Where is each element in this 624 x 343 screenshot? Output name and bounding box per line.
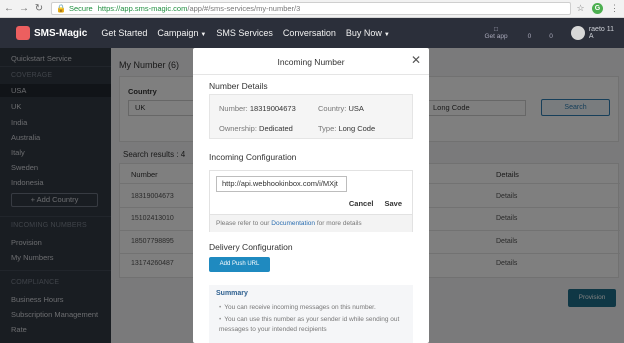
number-details-heading: Number Details <box>209 81 268 91</box>
address-bar[interactable]: 🔒 Secure https://app.sms-magic.com/app/#… <box>51 2 571 15</box>
star-icon[interactable]: ☆ <box>575 3 586 14</box>
extension-icon[interactable]: G <box>592 3 603 14</box>
number-details-box: Number: 18319004673 Country: USA Ownersh… <box>209 94 413 139</box>
bullet-icon: • <box>219 316 222 323</box>
nav-sms-services[interactable]: SMS Services <box>216 28 273 38</box>
nav-buy-now[interactable]: Buy Now ▼ <box>346 28 390 38</box>
chevron-down-icon: ▼ <box>383 32 390 38</box>
lock-icon: 🔒 <box>56 4 66 13</box>
summary-item-text: You can use this number as your sender i… <box>219 316 400 333</box>
config-note: Please refer to our Documentation for mo… <box>210 214 412 232</box>
stat-counter-2: 0 <box>549 26 553 40</box>
delivery-config-heading: Delivery Configuration <box>209 242 293 252</box>
url-host: https://app.sms-magic.com <box>97 4 188 13</box>
menu-icon[interactable]: ⋮ <box>609 3 620 14</box>
save-button[interactable]: Save <box>384 199 402 208</box>
phone-icon: □ <box>494 26 498 33</box>
ownership-label: Ownership: <box>219 124 257 133</box>
ownership-value: Dedicated <box>259 124 293 133</box>
get-app-button[interactable]: □ Get app <box>484 26 507 40</box>
reload-icon[interactable]: ↻ <box>33 3 45 15</box>
number-value: 18319004673 <box>249 104 296 113</box>
nav-get-started[interactable]: Get Started <box>101 28 147 38</box>
note-prefix: Please refer to our <box>216 220 270 227</box>
note-suffix: for more details <box>316 220 362 227</box>
stat-counter: 0 <box>528 26 532 40</box>
number-label: Number: <box>219 104 248 113</box>
country-label: Country: <box>318 104 347 113</box>
chevron-down-icon: ▼ <box>200 32 207 38</box>
forward-icon[interactable]: → <box>18 3 30 15</box>
number-field: Number: 18319004673 <box>219 104 296 113</box>
nav-campaign-label: Campaign <box>157 28 199 38</box>
stat-value-2: 0 <box>549 33 553 40</box>
back-icon[interactable]: ← <box>3 3 15 15</box>
documentation-link[interactable]: Documentation <box>271 220 315 227</box>
cancel-button[interactable]: Cancel <box>349 199 374 208</box>
brand-name: SMS-Magic <box>34 27 88 39</box>
list-item: • You can receive incoming messages on th… <box>219 303 409 313</box>
get-app-label: Get app <box>484 33 508 40</box>
list-item: • You can use this number as your sender … <box>219 315 409 335</box>
nav-buy-now-label: Buy Now <box>345 28 382 38</box>
summary-item-text: You can receive incoming messages on thi… <box>224 304 376 311</box>
logo-icon <box>16 26 30 40</box>
nav-conversation[interactable]: Conversation <box>283 28 336 38</box>
url-path: /app/#/sms-services/my-number/3 <box>187 4 301 13</box>
modal-header: Incoming Number ✕ <box>193 48 429 75</box>
secure-label: Secure <box>68 4 93 13</box>
country-value: USA <box>348 104 364 113</box>
country-field: Country: USA <box>318 104 364 113</box>
user-sub: A <box>588 33 594 40</box>
type-value: Long Code <box>338 124 376 133</box>
avatar[interactable] <box>570 26 585 40</box>
browser-toolbar: ← → ↻ 🔒 Secure https://app.sms-magic.com… <box>0 0 624 18</box>
app-header: SMS-Magic Get Started Campaign ▼ SMS Serv… <box>0 18 624 48</box>
nav-campaign[interactable]: Campaign ▼ <box>157 28 206 38</box>
incoming-config-box: http://api.webhookinbox.com/i/MXjt Cance… <box>209 170 413 232</box>
stat-value: 0 <box>527 33 532 40</box>
user-name: raeto 11 <box>588 26 614 33</box>
type-label: Type: <box>318 124 337 133</box>
summary-box: Summary • You can receive incoming messag… <box>209 285 413 343</box>
modal-title: Incoming Number <box>277 57 345 67</box>
brand-logo[interactable]: SMS-Magic <box>16 26 87 40</box>
summary-title: Summary <box>216 290 248 297</box>
ownership-field: Ownership: Dedicated <box>219 124 293 133</box>
incoming-number-modal: Incoming Number ✕ Number Details Number:… <box>193 48 429 343</box>
add-push-url-button[interactable]: Add Push URL <box>209 257 270 272</box>
close-icon[interactable]: ✕ <box>411 54 421 66</box>
type-field: Type: Long Code <box>318 124 375 133</box>
user-menu[interactable]: raeto 11 A <box>589 26 614 40</box>
webhook-url-input[interactable]: http://api.webhookinbox.com/i/MXjt <box>216 176 347 192</box>
bullet-icon: • <box>219 304 222 311</box>
incoming-config-heading: Incoming Configuration <box>209 152 297 162</box>
